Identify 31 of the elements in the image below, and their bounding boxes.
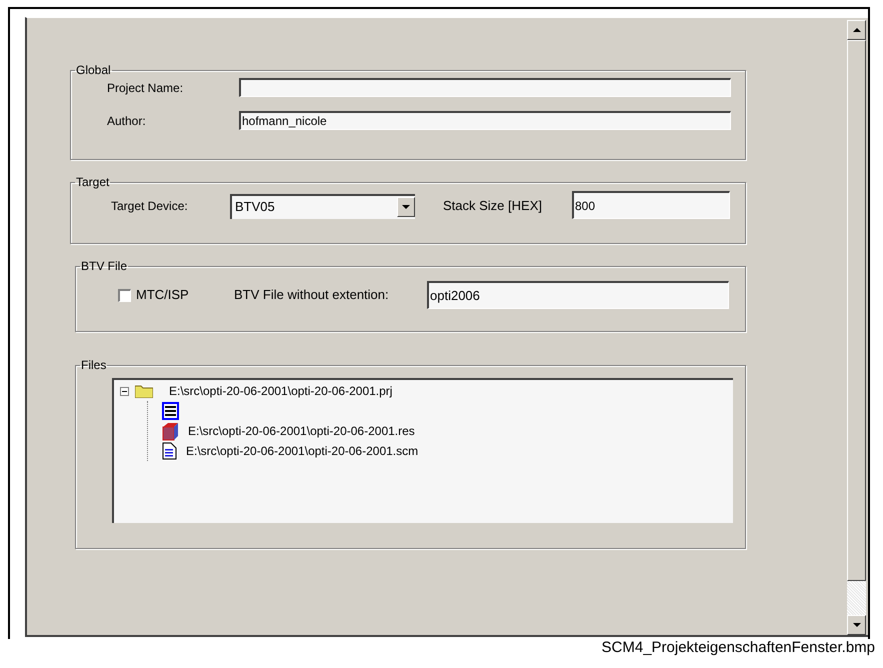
folder-icon: [135, 384, 153, 398]
text-field[interactable]: hofmann_nicole: [239, 111, 731, 130]
scroll-thumb[interactable]: [847, 40, 866, 581]
group-label: BTV File: [80, 259, 128, 273]
tree-item[interactable]: E:\src\opti-20-06-2001\opti-20-06-2001.res: [188, 422, 415, 440]
text-field[interactable]: opti2006: [427, 281, 729, 309]
group-label: Files: [80, 358, 108, 372]
document-icon: [162, 442, 177, 460]
group-label: Target: [75, 175, 110, 189]
up-arrow-icon: [852, 28, 860, 32]
tree-item[interactable]: E:\src\opti-20-06-2001\opti-20-06-2001.prj: [169, 382, 392, 400]
dropdown-arrow-icon: [402, 205, 410, 209]
field-label: BTV File without extention:: [234, 286, 390, 304]
text-field[interactable]: 800: [572, 191, 730, 219]
down-arrow-icon: [852, 623, 860, 627]
group-label: Global: [75, 63, 112, 77]
field-label: Target Device:: [111, 198, 189, 215]
list-icon: [162, 402, 179, 420]
tree-item[interactable]: E:\src\opti-20-06-2001\opti-20-06-2001.scm: [186, 442, 418, 460]
scroll-down-button[interactable]: [847, 615, 866, 635]
checkbox-label: MTC/ISP: [136, 286, 190, 304]
field-label: Project Name:: [107, 80, 184, 96]
field-label: Stack Size [HEX]: [443, 197, 543, 216]
target-device-dropdown[interactable]: BTV05: [230, 194, 415, 218]
collapse-toggle[interactable]: [120, 386, 129, 396]
figure-caption: SCM4_ProjekteigenschaftenFenster.bmp: [602, 638, 875, 658]
cube-icon: [162, 422, 179, 440]
field-label: Author:: [107, 112, 147, 130]
scroll-up-button[interactable]: [847, 20, 866, 40]
checkbox[interactable]: [118, 288, 131, 302]
text-field[interactable]: [239, 78, 731, 97]
